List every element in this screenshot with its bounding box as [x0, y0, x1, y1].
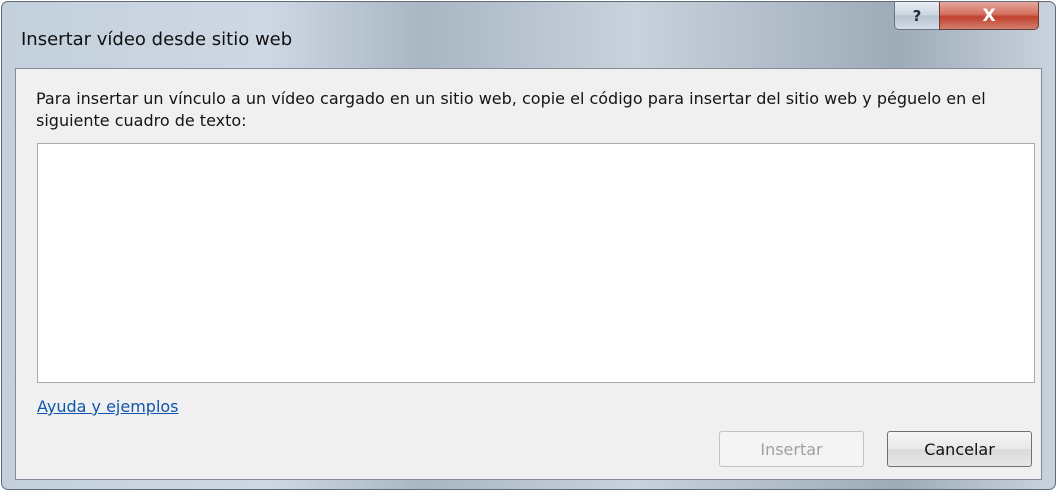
help-examples-link[interactable]: Ayuda y ejemplos — [37, 397, 179, 416]
cancel-button[interactable]: Cancelar — [887, 431, 1032, 467]
close-x-icon: X — [982, 5, 996, 26]
dialog-window: Insertar vídeo desde sitio web ? X Para … — [1, 1, 1056, 490]
title-bar[interactable]: Insertar vídeo desde sitio web ? X — [2, 2, 1055, 64]
instructions-text: Para insertar un vínculo a un vídeo carg… — [36, 89, 986, 130]
close-button[interactable]: X — [939, 2, 1039, 30]
insert-button[interactable]: Insertar — [719, 431, 864, 467]
embed-code-textarea[interactable] — [37, 143, 1035, 383]
window-title: Insertar vídeo desde sitio web — [21, 29, 293, 50]
help-button[interactable]: ? — [894, 2, 940, 30]
question-mark-icon: ? — [912, 6, 922, 25]
dialog-body: Para insertar un vínculo a un vídeo carg… — [15, 68, 1042, 480]
